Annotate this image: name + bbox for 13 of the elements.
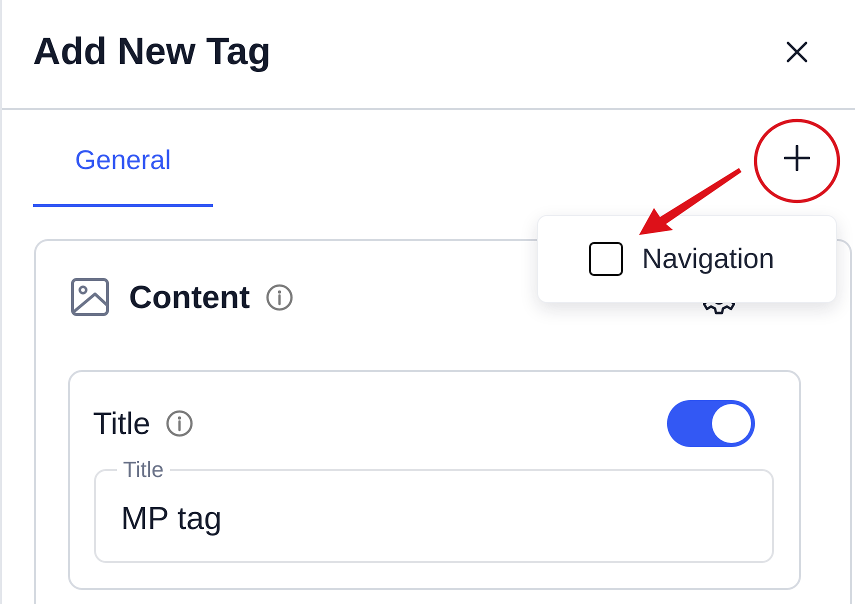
toggle-switch[interactable] <box>667 400 755 447</box>
title-field[interactable]: Title MP tag <box>94 459 774 563</box>
dialog-title: Add New Tag <box>33 30 271 75</box>
section-title: Content <box>129 278 250 316</box>
info-icon <box>266 284 293 310</box>
checkbox[interactable] <box>589 242 623 276</box>
image-icon <box>71 278 109 316</box>
tab[interactable]: General <box>33 110 213 207</box>
close-icon <box>786 41 808 63</box>
info-icon <box>166 410 194 437</box>
plus-icon <box>784 144 810 170</box>
menu-item[interactable]: Navigation <box>538 231 836 287</box>
field-label: Title <box>93 406 150 442</box>
